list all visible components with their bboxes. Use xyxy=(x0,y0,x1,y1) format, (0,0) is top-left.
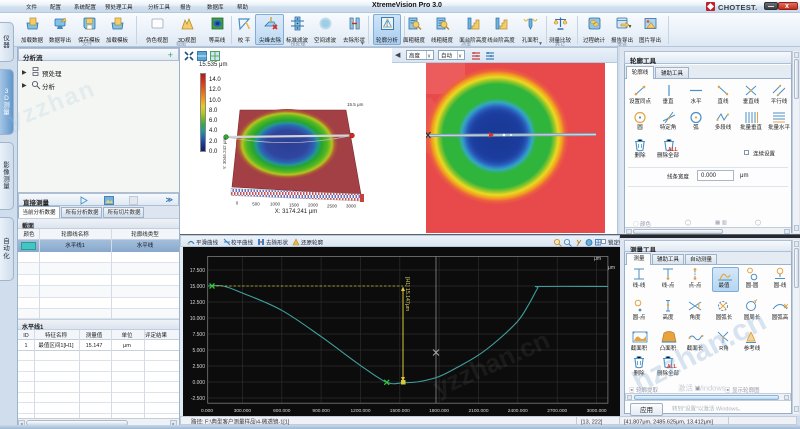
svg-text:2700.000: 2700.000 xyxy=(547,408,567,414)
svg-text:0.000: 0.000 xyxy=(192,380,205,386)
svg-text:1500.000: 1500.000 xyxy=(390,408,410,414)
svg-text:600.000: 600.000 xyxy=(273,408,291,414)
svg-text:900.000: 900.000 xyxy=(312,408,330,414)
svg-text:15.000: 15.000 xyxy=(190,284,206,290)
svg-text:0.000: 0.000 xyxy=(201,408,213,414)
svg-text:ALL: ALL xyxy=(668,147,678,152)
svg-text:17.500: 17.500 xyxy=(190,268,206,274)
svg-text:12.500: 12.500 xyxy=(190,300,206,306)
svg-text:3000.000: 3000.000 xyxy=(587,408,607,414)
svg-text:[H1] 15.147μm: [H1] 15.147μm xyxy=(404,277,410,311)
svg-text:300.000: 300.000 xyxy=(234,408,252,414)
svg-text:5.000: 5.000 xyxy=(192,348,205,354)
svg-text:μm: μm xyxy=(594,256,601,262)
svg-text:1800.000: 1800.000 xyxy=(429,408,449,414)
svg-text:μm: μm xyxy=(608,265,615,271)
svg-text:2100.000: 2100.000 xyxy=(468,408,488,414)
svg-text:2.500: 2.500 xyxy=(192,364,205,370)
svg-text:ALL: ALL xyxy=(667,364,677,369)
svg-text:-2.500: -2.500 xyxy=(191,396,205,402)
svg-text:10.000: 10.000 xyxy=(190,316,206,322)
svg-text:7.500: 7.500 xyxy=(192,332,205,338)
svg-text:2400.000: 2400.000 xyxy=(508,408,528,414)
svg-text:1200.000: 1200.000 xyxy=(350,408,370,414)
